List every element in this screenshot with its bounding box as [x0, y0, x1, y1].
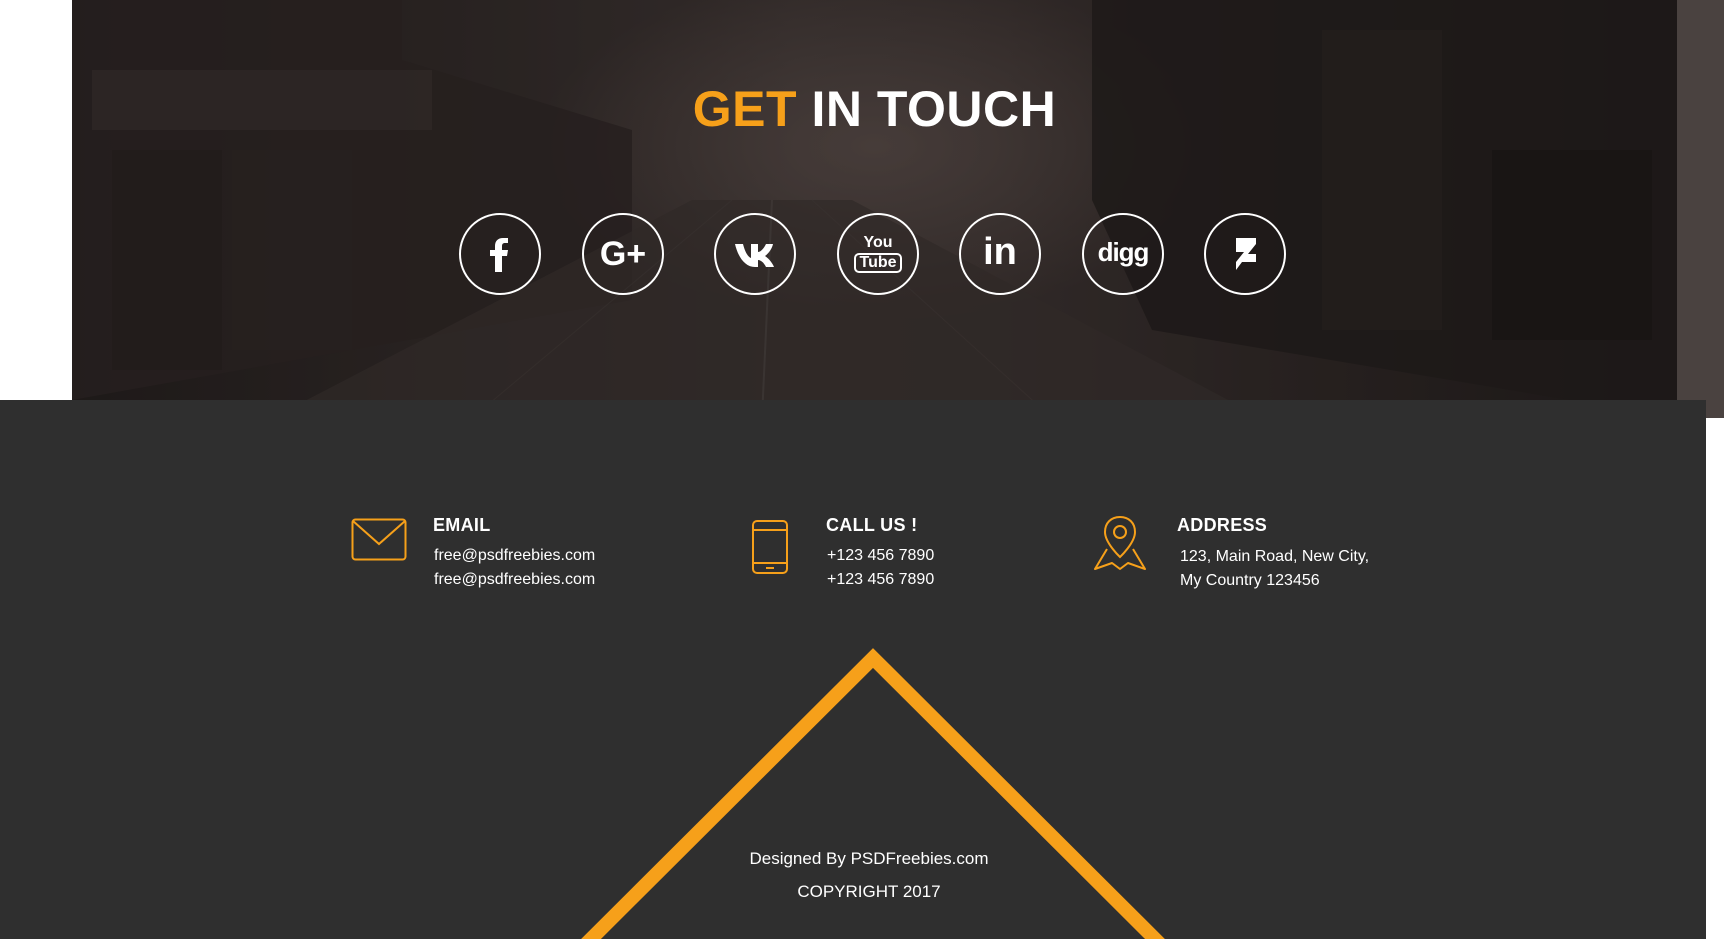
street-background-image [72, 0, 1677, 418]
contact-footer: EMAIL free@psdfreebies.com free@psdfreeb… [0, 400, 1706, 939]
google-plus-icon: G+ [599, 234, 647, 273]
youtube-label-bottom: Tube [854, 253, 902, 273]
facebook-icon [490, 238, 508, 272]
phone-line-1[interactable]: +123 456 7890 [827, 547, 934, 565]
phone-title: CALL US ! [826, 515, 918, 535]
digg-link[interactable]: digg [1082, 213, 1164, 295]
digg-icon: digg [1097, 236, 1150, 267]
address-title: ADDRESS [1177, 515, 1268, 535]
vk-icon [735, 244, 774, 267]
youtube-label-top: You [863, 234, 893, 251]
email-title: EMAIL [433, 515, 491, 535]
youtube-link[interactable]: You Tube [837, 213, 919, 295]
page-title: GET IN TOUCH [72, 80, 1677, 138]
map-pin-icon [1094, 515, 1146, 570]
title-accent: GET [692, 81, 798, 137]
social-links: G+ You Tube in digg [72, 213, 1677, 295]
email-line-1[interactable]: free@psdfreebies.com [434, 547, 595, 565]
facebook-link[interactable] [459, 213, 541, 295]
phone-line-2[interactable]: +123 456 7890 [827, 571, 934, 589]
linkedin-icon: in [983, 230, 1017, 273]
youtube-icon: You Tube [854, 234, 902, 273]
right-edge-strip [1677, 0, 1724, 418]
envelope-icon [351, 518, 407, 561]
title-rest: IN TOUCH [811, 81, 1057, 137]
linkedin-link[interactable]: in [959, 213, 1041, 295]
google-plus-link[interactable]: G+ [582, 213, 664, 295]
designed-by-text[interactable]: Designed By PSDFreebies.com [0, 849, 1706, 869]
vk-link[interactable] [714, 213, 796, 295]
email-line-2[interactable]: free@psdfreebies.com [434, 571, 595, 589]
mobile-phone-icon [752, 520, 788, 574]
address-line-2: My Country 123456 [1180, 572, 1320, 589]
copyright-text: COPYRIGHT 2017 [797, 882, 941, 901]
address-line-1: 123, Main Road, New City, [1180, 548, 1370, 565]
get-in-touch-hero: GET IN TOUCH G+ You Tube in digg [72, 0, 1677, 418]
deviantart-link[interactable] [1204, 213, 1286, 295]
deviantart-icon [1236, 238, 1256, 270]
